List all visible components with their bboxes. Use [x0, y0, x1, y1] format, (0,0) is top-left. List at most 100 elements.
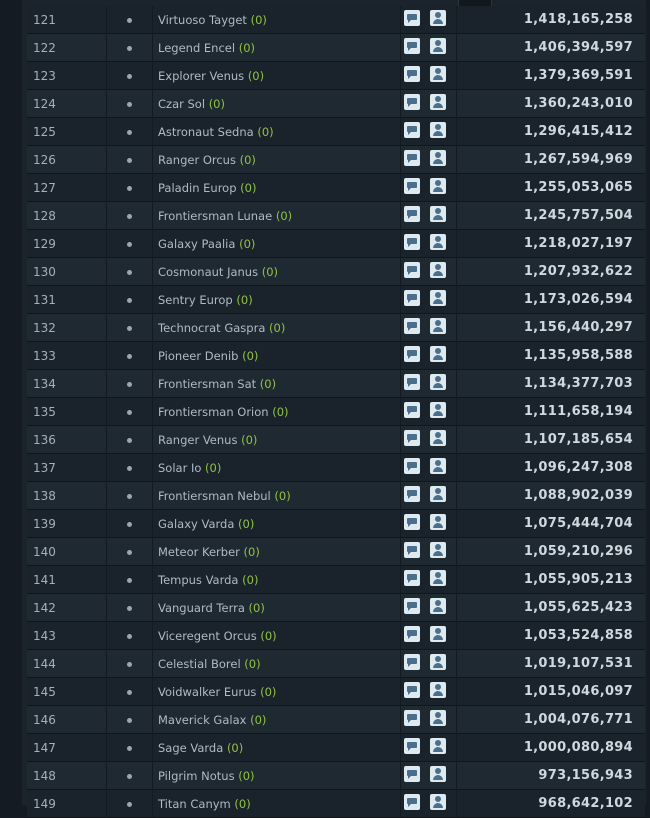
message-icon[interactable]	[404, 402, 420, 418]
player-name-label[interactable]: Legend Encel	[158, 41, 235, 55]
message-icon[interactable]	[404, 290, 420, 306]
message-icon[interactable]	[404, 654, 420, 670]
player-name[interactable]: Frontiersman Nebul (0)	[158, 489, 291, 503]
table-row[interactable]: 137 Solar Io (0) 1,096,247,308	[27, 454, 645, 482]
player-name[interactable]: Titan Canym (0)	[158, 797, 251, 811]
message-icon[interactable]	[404, 10, 420, 26]
player-name-label[interactable]: Paladin Europ	[158, 181, 237, 195]
player-name[interactable]: Sage Varda (0)	[158, 741, 243, 755]
player-name[interactable]: Cosmonaut Janus (0)	[158, 265, 278, 279]
message-icon[interactable]	[404, 38, 420, 54]
profile-icon[interactable]	[430, 234, 446, 250]
message-icon[interactable]	[404, 738, 420, 754]
player-name-label[interactable]: Sage Varda	[158, 741, 223, 755]
table-row[interactable]: 130 Cosmonaut Janus (0) 1,207,932,622	[27, 258, 645, 286]
profile-icon[interactable]	[430, 514, 446, 530]
player-name[interactable]: Frontiersman Orion (0)	[158, 405, 289, 419]
table-row[interactable]: 144 Celestial Borel (0) 1,019,107,531	[27, 650, 645, 678]
player-name-label[interactable]: Celestial Borel	[158, 657, 241, 671]
table-row[interactable]: 125 Astronaut Sedna (0) 1,296,415,412	[27, 118, 645, 146]
player-name-label[interactable]: Galaxy Paalia	[158, 237, 235, 251]
player-name[interactable]: Frontiersman Lunae (0)	[158, 209, 292, 223]
profile-icon[interactable]	[430, 262, 446, 278]
table-row[interactable]: 124 Czar Sol (0) 1,360,243,010	[27, 90, 645, 118]
player-name-label[interactable]: Virtuoso Tayget	[158, 13, 247, 27]
table-row[interactable]: 142 Vanguard Terra (0) 1,055,625,423	[27, 594, 645, 622]
message-icon[interactable]	[404, 542, 420, 558]
profile-icon[interactable]	[430, 178, 446, 194]
profile-icon[interactable]	[430, 150, 446, 166]
player-name-label[interactable]: Frontiersman Orion	[158, 405, 269, 419]
player-name[interactable]: Czar Sol (0)	[158, 97, 225, 111]
player-name[interactable]: Solar Io (0)	[158, 461, 221, 475]
player-name-label[interactable]: Tempus Varda	[158, 573, 238, 587]
player-name[interactable]: Voidwalker Eurus (0)	[158, 685, 276, 699]
profile-icon[interactable]	[430, 38, 446, 54]
player-name[interactable]: Legend Encel (0)	[158, 41, 255, 55]
player-name-label[interactable]: Explorer Venus	[158, 69, 244, 83]
message-icon[interactable]	[404, 710, 420, 726]
table-row[interactable]: 131 Sentry Europ (0) 1,173,026,594	[27, 286, 645, 314]
profile-icon[interactable]	[430, 766, 446, 782]
player-name[interactable]: Meteor Kerber (0)	[158, 545, 260, 559]
message-icon[interactable]	[404, 122, 420, 138]
player-name-label[interactable]: Pioneer Denib	[158, 349, 238, 363]
player-name-label[interactable]: Frontiersman Lunae	[158, 209, 272, 223]
message-icon[interactable]	[404, 766, 420, 782]
table-row[interactable]: 126 Ranger Orcus (0) 1,267,594,969	[27, 146, 645, 174]
player-name[interactable]: Explorer Venus (0)	[158, 69, 264, 83]
message-icon[interactable]	[404, 66, 420, 82]
message-icon[interactable]	[404, 430, 420, 446]
table-row[interactable]: 135 Frontiersman Orion (0) 1,111,658,194	[27, 398, 645, 426]
table-row[interactable]: 149 Titan Canym (0) 968,642,102	[27, 790, 645, 818]
message-icon[interactable]	[404, 570, 420, 586]
table-row[interactable]: 127 Paladin Europ (0) 1,255,053,065	[27, 174, 645, 202]
player-name[interactable]: Ranger Venus (0)	[158, 433, 257, 447]
player-name[interactable]: Maverick Galax (0)	[158, 713, 266, 727]
profile-icon[interactable]	[430, 66, 446, 82]
message-icon[interactable]	[404, 458, 420, 474]
profile-icon[interactable]	[430, 374, 446, 390]
table-row[interactable]: 133 Pioneer Denib (0) 1,135,958,588	[27, 342, 645, 370]
player-name-label[interactable]: Solar Io	[158, 461, 201, 475]
table-row[interactable]: 140 Meteor Kerber (0) 1,059,210,296	[27, 538, 645, 566]
player-name-label[interactable]: Viceregent Orcus	[158, 629, 257, 643]
profile-icon[interactable]	[430, 598, 446, 614]
player-name-label[interactable]: Technocrat Gaspra	[158, 321, 265, 335]
table-row[interactable]: 128 Frontiersman Lunae (0) 1,245,757,504	[27, 202, 645, 230]
player-name[interactable]: Viceregent Orcus (0)	[158, 629, 277, 643]
player-name-label[interactable]: Cosmonaut Janus	[158, 265, 258, 279]
player-name-label[interactable]: Titan Canym	[158, 797, 231, 811]
profile-icon[interactable]	[430, 458, 446, 474]
player-name-label[interactable]: Pilgrim Notus	[158, 769, 235, 783]
profile-icon[interactable]	[430, 654, 446, 670]
profile-icon[interactable]	[430, 94, 446, 110]
player-name[interactable]: Frontiersman Sat (0)	[158, 377, 276, 391]
player-name[interactable]: Paladin Europ (0)	[158, 181, 256, 195]
table-row[interactable]: 132 Technocrat Gaspra (0) 1,156,440,297	[27, 314, 645, 342]
player-name[interactable]: Tempus Varda (0)	[158, 573, 258, 587]
message-icon[interactable]	[404, 598, 420, 614]
message-icon[interactable]	[404, 94, 420, 110]
message-icon[interactable]	[404, 794, 420, 810]
profile-icon[interactable]	[430, 794, 446, 810]
message-icon[interactable]	[404, 486, 420, 502]
profile-icon[interactable]	[430, 346, 446, 362]
table-row[interactable]: 123 Explorer Venus (0) 1,379,369,591	[27, 62, 645, 90]
message-icon[interactable]	[404, 206, 420, 222]
message-icon[interactable]	[404, 150, 420, 166]
profile-icon[interactable]	[430, 430, 446, 446]
player-name[interactable]: Vanguard Terra (0)	[158, 601, 265, 615]
message-icon[interactable]	[404, 318, 420, 334]
table-row[interactable]: 143 Viceregent Orcus (0) 1,053,524,858	[27, 622, 645, 650]
message-icon[interactable]	[404, 682, 420, 698]
player-name-label[interactable]: Frontiersman Sat	[158, 377, 256, 391]
table-row[interactable]: 139 Galaxy Varda (0) 1,075,444,704	[27, 510, 645, 538]
player-name[interactable]: Galaxy Varda (0)	[158, 517, 254, 531]
player-name-label[interactable]: Meteor Kerber	[158, 545, 240, 559]
table-row[interactable]: 147 Sage Varda (0) 1,000,080,894	[27, 734, 645, 762]
profile-icon[interactable]	[430, 122, 446, 138]
message-icon[interactable]	[404, 346, 420, 362]
player-name[interactable]: Sentry Europ (0)	[158, 293, 253, 307]
profile-icon[interactable]	[430, 542, 446, 558]
